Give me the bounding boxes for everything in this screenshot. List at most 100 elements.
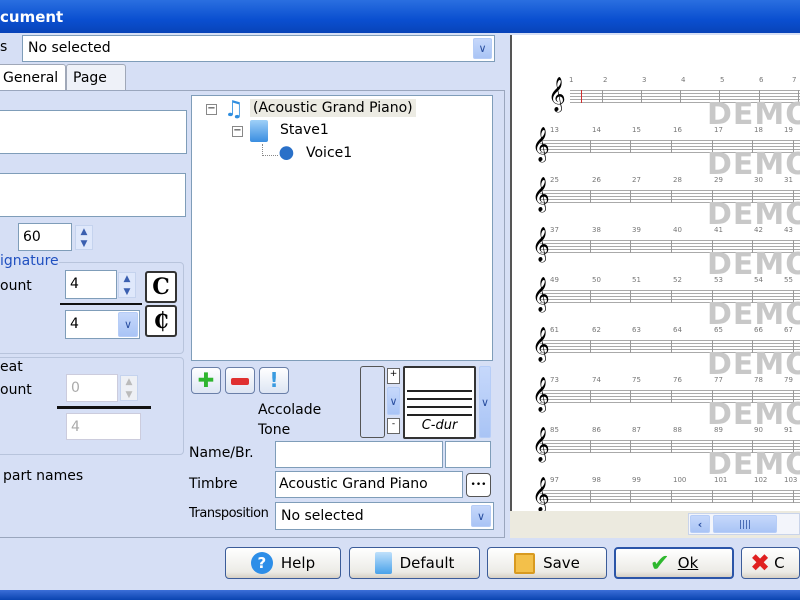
decrease-button[interactable]: - — [387, 418, 400, 434]
ok-button[interactable]: ✔ Ok — [614, 547, 734, 579]
measure-number: 63 — [632, 326, 641, 334]
numerator-field[interactable]: 4 — [65, 270, 117, 299]
increase-button[interactable]: + — [387, 368, 400, 384]
tempo-value: 60 — [23, 229, 41, 245]
bar-line — [671, 290, 672, 303]
staff-line — [570, 93, 800, 94]
transposition-combo[interactable]: No selected ∨ — [275, 502, 494, 530]
measure-number: 55 — [784, 276, 793, 284]
measure-number: 25 — [550, 176, 559, 184]
collapse-icon[interactable]: − — [206, 104, 217, 115]
ellipsis-icon: ••• — [470, 480, 487, 490]
bar-line — [590, 240, 591, 253]
music-note-icon: ♫ — [224, 97, 244, 122]
browse-timbre-button[interactable]: ••• — [466, 473, 491, 497]
measure-number: 31 — [784, 176, 793, 184]
default-button[interactable]: Default — [349, 547, 480, 579]
denominator-combo[interactable]: 4 ∨ — [65, 310, 140, 339]
timbre-value: Acoustic Grand Piano — [279, 476, 428, 492]
measure-number: 101 — [714, 476, 728, 484]
bar-line — [671, 240, 672, 253]
bar-line — [630, 490, 631, 503]
text-field-1[interactable] — [0, 110, 187, 154]
staff-line — [540, 243, 800, 244]
cancel-button[interactable]: ✖ C — [741, 547, 800, 579]
fraction-line — [60, 303, 142, 305]
measure-number: 54 — [754, 276, 763, 284]
tempo-field[interactable]: 60 — [18, 223, 72, 251]
bar-line — [793, 490, 794, 503]
save-button[interactable]: Save — [487, 547, 607, 579]
accolade-label: Accolade — [258, 402, 322, 418]
measure-number: 38 — [592, 226, 601, 234]
tree-item-stave[interactable]: Stave1 — [280, 122, 329, 138]
horizontal-scrollbar[interactable]: ‹ |||| — [688, 513, 800, 535]
staff-lines — [407, 384, 472, 418]
tree-item-label: (Acoustic Grand Piano) — [253, 100, 413, 116]
save-label: Save — [543, 554, 580, 572]
bar-line — [590, 340, 591, 353]
measure-number: 50 — [592, 276, 601, 284]
ok-label: Ok — [677, 554, 699, 572]
key-label: C-dur — [421, 418, 458, 433]
common-time-button[interactable]: C — [145, 271, 177, 303]
cut-time-button[interactable]: ₵ — [145, 305, 177, 337]
measure-number: 51 — [632, 276, 641, 284]
collapse-icon[interactable]: − — [232, 126, 243, 137]
measure-number: 86 — [592, 426, 601, 434]
text-field-2[interactable] — [0, 173, 186, 217]
add-button[interactable]: ✚ — [191, 367, 221, 394]
numerator-value: 4 — [70, 276, 79, 292]
chevron-down-icon[interactable]: ∨ — [118, 312, 138, 337]
scrollbar-thumb[interactable]: |||| — [713, 515, 777, 533]
document-icon — [374, 552, 392, 574]
beat-spinner[interactable]: ▲ ▼ — [120, 375, 138, 401]
timbre-field[interactable]: Acoustic Grand Piano — [275, 471, 463, 498]
accolade-preview[interactable] — [360, 366, 385, 438]
key-signature-preview[interactable]: C-dur — [403, 366, 476, 439]
beat-denominator-combo[interactable]: 4 — [66, 413, 141, 440]
numerator-spinner[interactable]: ▲ ▼ — [118, 272, 136, 298]
tree-item-voice[interactable]: Voice1 — [306, 145, 352, 161]
tone-label: Tone — [258, 422, 291, 438]
scroll-left-icon[interactable]: ‹ — [690, 515, 710, 533]
abbreviation-field[interactable] — [445, 441, 491, 468]
info-button[interactable]: ! — [259, 367, 289, 394]
bar-line — [671, 390, 672, 403]
measure-number: 16 — [673, 126, 682, 134]
common-time-icon: C — [152, 274, 170, 300]
measure-number: 98 — [592, 476, 601, 484]
measure-number: 99 — [632, 476, 641, 484]
name-field[interactable] — [275, 441, 443, 468]
staff-line — [540, 390, 800, 391]
bar-line — [602, 90, 603, 103]
chevron-down-icon[interactable]: ∨ — [387, 387, 400, 415]
measure-number: 73 — [550, 376, 559, 384]
measure-number: 2 — [603, 76, 608, 84]
measure-number: 87 — [632, 426, 641, 434]
voices-tree[interactable]: − ♫ (Acoustic Grand Piano) − Stave1 ● Vo… — [191, 95, 493, 361]
top-combo[interactable]: No selected ∨ — [22, 35, 495, 62]
measure-number: 13 — [550, 126, 559, 134]
tab-general[interactable]: General — [0, 64, 66, 91]
stave-icon — [250, 120, 268, 142]
chevron-down-icon[interactable]: ∨ — [471, 505, 491, 527]
score-preview: 1 2 3 4 5 6 7 𝄞 DEMO 13 14 15 16 17 18 19 𝄞 DEMO 25 26 27 28 2… — [510, 35, 800, 511]
measure-number: 39 — [632, 226, 641, 234]
tempo-spinner[interactable]: ▲ ▼ — [75, 225, 93, 250]
window-bottom-border — [0, 590, 800, 600]
measure-number: 6 — [759, 76, 764, 84]
measure-number: 75 — [632, 376, 641, 384]
key-dropdown[interactable]: ∨ — [479, 366, 491, 438]
help-button[interactable]: ? Help — [225, 547, 341, 579]
remove-button[interactable] — [225, 367, 255, 394]
measure-number: 40 — [673, 226, 682, 234]
tree-item-instrument[interactable]: (Acoustic Grand Piano) — [250, 99, 416, 117]
measure-number: 85 — [550, 426, 559, 434]
staff-line — [540, 490, 800, 491]
tab-label: General — [3, 70, 59, 86]
beat-numerator-field[interactable]: 0 — [66, 374, 118, 402]
treble-clef-icon: 𝄞 — [548, 77, 566, 112]
tab-page[interactable]: Page — [66, 64, 126, 91]
chevron-down-icon[interactable]: ∨ — [473, 38, 492, 59]
